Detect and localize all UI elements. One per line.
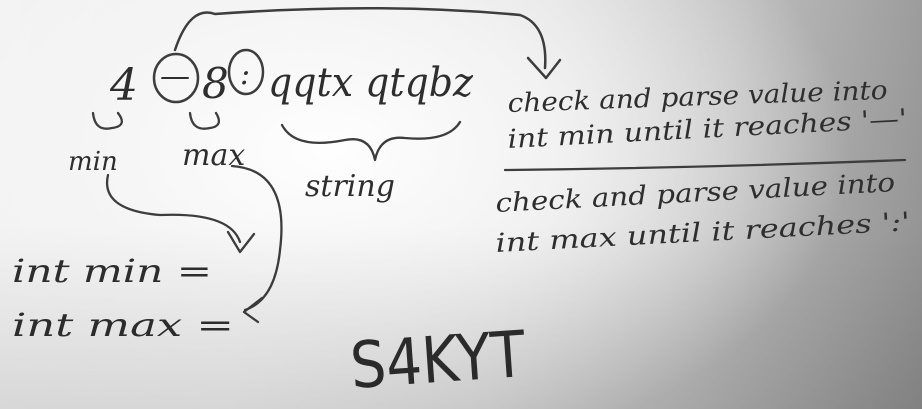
int-min-assignment: int min =: [12, 252, 212, 290]
notes-divider: [503, 158, 907, 172]
signature: S4KYT: [348, 318, 529, 404]
min-arrow: [91, 111, 123, 130]
whiteboard-drawing: 4 — 8 : qqtx qtqbz min max string check …: [12, 7, 911, 404]
string-brace: [280, 120, 462, 162]
min-label: min: [68, 147, 118, 177]
note-min: check and parse value into int min until…: [507, 76, 908, 155]
whiteboard: 4 — 8 : qqtx qtqbz min max string check …: [0, 0, 922, 409]
min-to-assignment-arrow: [105, 173, 242, 244]
max-value: 8: [202, 59, 229, 108]
min-value: 4: [109, 60, 138, 111]
string-label: string: [305, 169, 395, 204]
note-max: check and parse value into int max until…: [495, 168, 911, 259]
max-label: max: [182, 138, 245, 173]
int-max-assignment: int max =: [12, 306, 234, 344]
max-arrow: [188, 111, 221, 130]
dash-symbol: —: [160, 59, 190, 94]
string-value: qqtx qtqbz: [268, 60, 474, 106]
colon-symbol: :: [240, 57, 250, 92]
